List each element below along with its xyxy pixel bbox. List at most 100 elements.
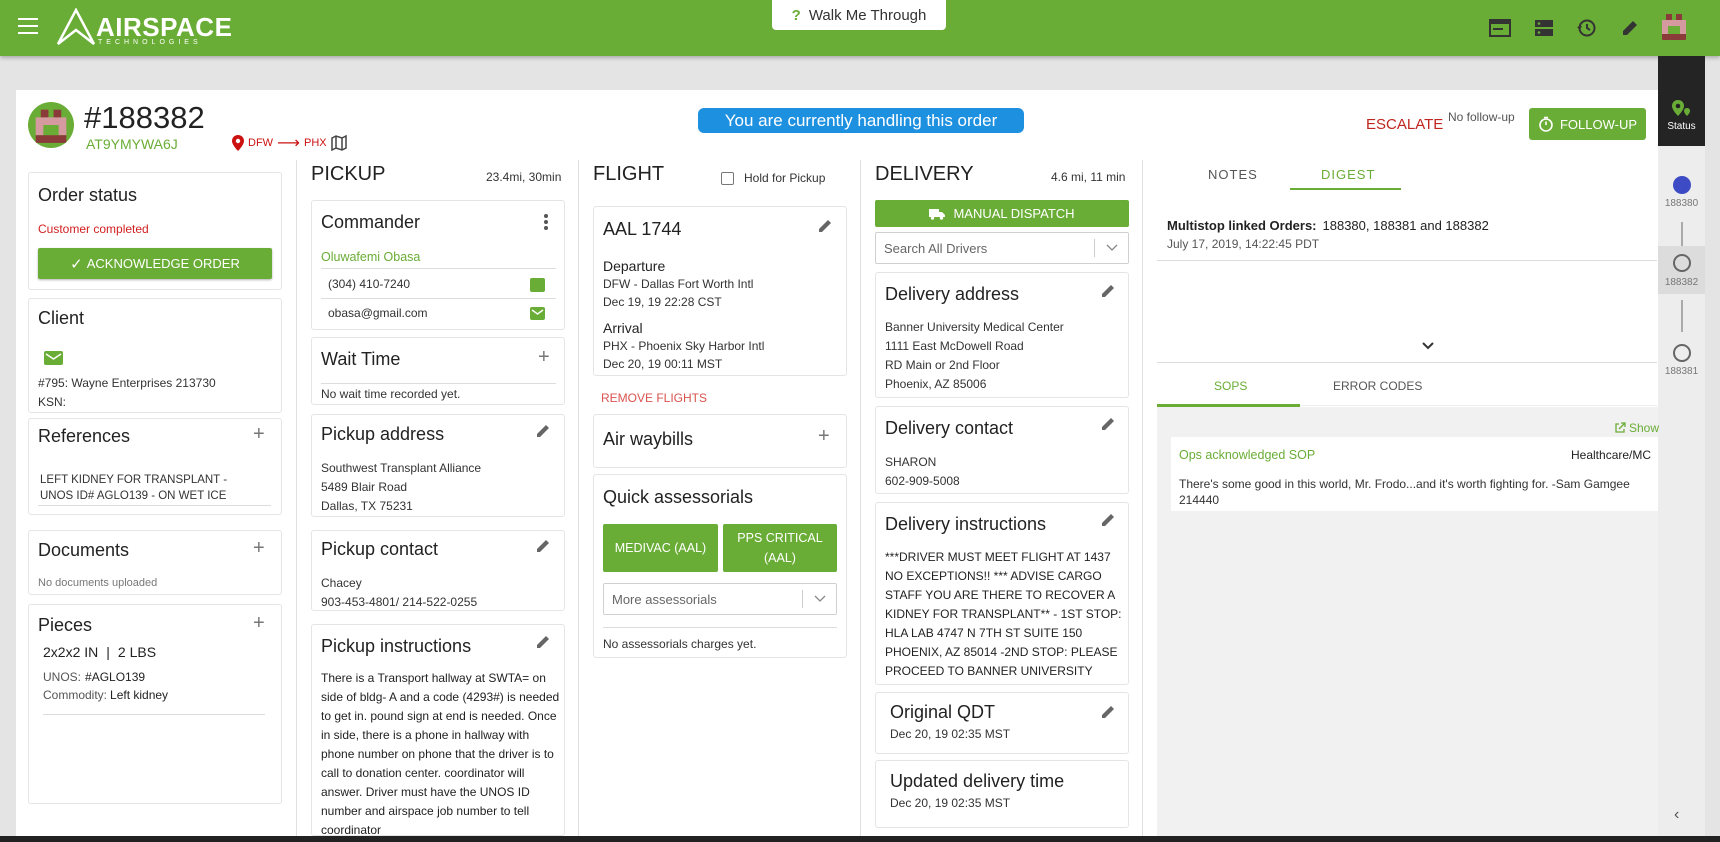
sop-category: Healthcare/MC: [1571, 448, 1652, 462]
follow-up-button[interactable]: FOLLOW-UP: [1529, 108, 1646, 140]
edit-pickup-address-icon[interactable]: [536, 424, 550, 438]
more-options-icon[interactable]: [543, 214, 549, 230]
email-icon[interactable]: [530, 307, 545, 320]
acknowledge-order-label: ACKNOWLEDGE ORDER: [86, 256, 240, 271]
external-link-icon: [1615, 422, 1626, 433]
order-code[interactable]: AT9YMYWA6J: [86, 136, 178, 152]
edit-original-qdt-icon[interactable]: [1101, 705, 1115, 719]
multistop-line: Multistop linked Orders: 188380, 188381 …: [1167, 218, 1489, 233]
truck-icon: [929, 208, 946, 220]
add-reference-icon[interactable]: +: [253, 424, 265, 444]
expand-chevron-icon[interactable]: [1420, 338, 1436, 354]
divider: [38, 505, 271, 506]
search-drivers-select[interactable]: Search All Drivers: [875, 232, 1129, 264]
rail-order-188380[interactable]: 188380: [1658, 198, 1705, 209]
order-circle-icon[interactable]: [1673, 344, 1691, 362]
client-line-1: #795: Wayne Enterprises 213730: [38, 376, 216, 390]
menu-icon[interactable]: [18, 18, 38, 34]
chevron-down-icon: [802, 590, 836, 608]
acknowledge-order-button[interactable]: ✓ ACKNOWLEDGE ORDER: [38, 248, 272, 279]
pickup-instructions-text: There is a Transport hallway at SWTA= on…: [321, 671, 560, 834]
delivery-instructions-text: ***DRIVER MUST MEET FLIGHT AT 1437 NO EX…: [885, 550, 1122, 678]
status-tab[interactable]: Status: [1658, 56, 1705, 146]
updated-delivery-title: Updated delivery time: [890, 771, 1065, 791]
more-assessorials-select[interactable]: More assessorials: [603, 583, 837, 615]
multistop-values[interactable]: 188380, 188381 and 188382: [1323, 218, 1489, 233]
medivac-button[interactable]: MEDIVAC (AAL): [603, 524, 718, 572]
tab-digest[interactable]: DIGEST: [1321, 167, 1375, 182]
arrow-right-icon: ⟶: [277, 135, 300, 152]
divider: [1157, 260, 1657, 261]
tab-error-codes[interactable]: ERROR CODES: [1333, 379, 1422, 393]
route-from: DFW: [248, 137, 274, 149]
check-icon: ✓: [70, 255, 83, 273]
add-waybill-icon[interactable]: +: [818, 426, 830, 446]
commander-email: obasa@gmail.com: [328, 306, 428, 320]
divider: [603, 627, 837, 628]
pickup-address-line-3: Dallas, TX 75231: [321, 499, 413, 513]
flight-number: AAL 1744: [603, 219, 682, 239]
delivery-address-line-2: 1111 East McDowell Road: [885, 339, 1024, 353]
walk-me-through-button[interactable]: ? Walk Me Through: [772, 0, 946, 30]
departure-time: Dec 19, 19 22:28 CST: [603, 295, 722, 309]
commander-title: Commander: [321, 212, 421, 232]
multistop-date: July 17, 2019, 14:22:45 PDT: [1167, 237, 1320, 251]
arrival-airport: PHX - Phoenix Sky Harbor Intl: [603, 339, 765, 353]
map-icon[interactable]: [330, 135, 347, 151]
server-icon[interactable]: [1530, 14, 1558, 42]
departure-airport: DFW - Dallas Fort Worth Intl: [603, 277, 754, 291]
car-icon[interactable]: [1673, 176, 1691, 194]
pickup-instructions-title: Pickup instructions: [321, 636, 472, 656]
piece-commodity: Commodity: Left kidney: [43, 688, 168, 702]
collapse-chevron-icon[interactable]: ‹: [1674, 806, 1679, 824]
edit-delivery-contact-icon[interactable]: [1101, 417, 1115, 431]
edit-delivery-instructions-icon[interactable]: [1101, 513, 1115, 527]
divider: [321, 268, 556, 269]
documents-title: Documents: [38, 540, 130, 560]
rail-order-188381[interactable]: 188381: [1658, 366, 1705, 377]
edit-pickup-instructions-icon[interactable]: [536, 635, 550, 649]
arrival-label: Arrival: [603, 320, 643, 336]
sms-icon[interactable]: [530, 278, 545, 292]
show-label: Show: [1629, 421, 1660, 435]
history-icon[interactable]: [1572, 14, 1600, 42]
multistop-label: Multistop linked Orders:: [1167, 218, 1317, 233]
user-avatar[interactable]: [1656, 8, 1692, 44]
question-icon: ?: [791, 6, 801, 24]
unos-value: #AGLO139: [85, 670, 146, 684]
wait-time-title: Wait Time: [321, 349, 401, 369]
add-document-icon[interactable]: +: [253, 538, 265, 558]
add-piece-icon[interactable]: +: [253, 613, 265, 633]
route-to: PHX: [303, 137, 327, 149]
client-title: Client: [38, 308, 85, 328]
commander-name[interactable]: Oluwafemi Obasa: [321, 250, 420, 264]
documents-empty: No documents uploaded: [38, 577, 158, 589]
manual-dispatch-label: MANUAL DISPATCH: [953, 206, 1075, 221]
logo-mark: [56, 8, 96, 45]
edit-icon[interactable]: [1616, 14, 1644, 42]
escalate-button[interactable]: ESCALATE: [1366, 116, 1443, 133]
manual-dispatch-button[interactable]: MANUAL DISPATCH: [875, 200, 1129, 227]
tab-sops[interactable]: SOPS: [1214, 379, 1247, 393]
column-divider: [296, 160, 297, 842]
card-icon[interactable]: [1486, 14, 1514, 42]
pps-critical-button[interactable]: PPS CRITICAL (AAL): [723, 524, 837, 572]
edit-pickup-contact-icon[interactable]: [536, 539, 550, 553]
edit-flight-icon[interactable]: [818, 219, 832, 233]
column-divider: [860, 160, 861, 842]
order-status-title: Order status: [38, 185, 138, 205]
edit-delivery-address-icon[interactable]: [1101, 284, 1115, 298]
route[interactable]: DFW ⟶ PHX: [232, 133, 347, 153]
email-icon[interactable]: [44, 351, 63, 365]
quick-assessorials-title: Quick assessorials: [603, 487, 754, 507]
add-wait-time-icon[interactable]: +: [538, 347, 550, 367]
tab-notes[interactable]: NOTES: [1208, 167, 1258, 182]
pickup-distance: 23.4mi, 30min: [486, 170, 562, 184]
show-link[interactable]: Show: [1614, 421, 1659, 435]
location-pin-icon: [1671, 100, 1690, 116]
logo[interactable]: AIRSPACE TECHNOLOGIES: [56, 8, 246, 48]
remove-flights-link[interactable]: REMOVE FLIGHTS: [601, 391, 707, 405]
hold-for-pickup-checkbox[interactable]: [721, 172, 734, 185]
sop-acknowledged: Ops acknowledged SOP: [1179, 448, 1316, 462]
divider: [1157, 362, 1657, 363]
